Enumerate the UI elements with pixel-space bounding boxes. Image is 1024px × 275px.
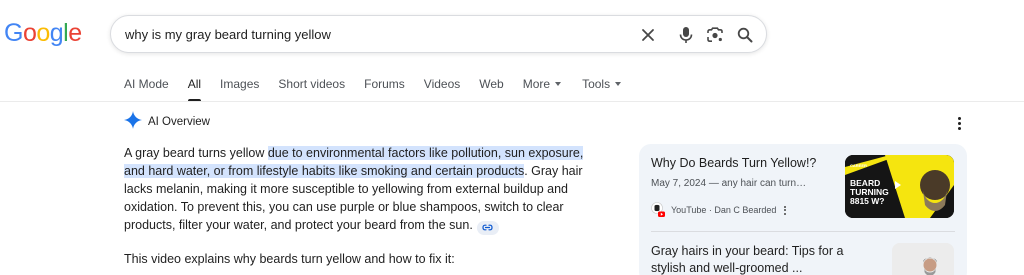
logo-letter: G bbox=[4, 18, 23, 47]
tab-more[interactable]: More bbox=[522, 72, 562, 102]
tab-label: Forums bbox=[364, 77, 405, 91]
chevron-down-icon bbox=[555, 82, 562, 86]
more-options-icon[interactable] bbox=[784, 205, 787, 215]
search-input[interactable] bbox=[125, 16, 625, 54]
thumbnail-text-line: 8815 W? bbox=[850, 196, 885, 206]
ai-overview-text: A gray beard turns yellow due to environ… bbox=[124, 144, 604, 235]
tab-images[interactable]: Images bbox=[220, 72, 259, 102]
tab-label: All bbox=[187, 77, 202, 91]
source-card-title[interactable]: Gray hairs in your beard: Tips for a sty… bbox=[651, 243, 881, 275]
tab-label: Videos bbox=[423, 77, 461, 91]
sources-panel: Why Do Beards Turn Yellow!? May 7, 2024 … bbox=[639, 144, 967, 275]
source-card-title[interactable]: Why Do Beards Turn Yellow!? bbox=[651, 156, 816, 170]
tab-forums[interactable]: Forums bbox=[364, 72, 405, 102]
tab-label: More bbox=[522, 77, 551, 91]
source-card-snippet: May 7, 2024 — any hair can turn… bbox=[651, 178, 807, 189]
logo-letter: e bbox=[68, 18, 82, 47]
google-logo[interactable]: Google bbox=[4, 19, 82, 47]
ai-overview-header: AI Overview bbox=[124, 110, 210, 134]
tab-short-videos[interactable]: Short videos bbox=[278, 72, 345, 102]
tab-label: Short videos bbox=[278, 77, 346, 91]
search-tabs: AI Mode All Images Short videos Forums V… bbox=[124, 72, 640, 102]
card-divider bbox=[651, 231, 955, 232]
overview-text-start: A gray beard turns yellow bbox=[124, 146, 268, 160]
tab-label: Web bbox=[479, 77, 504, 91]
thumbnail-caption: CAREER bbox=[850, 163, 867, 168]
sparkle-icon bbox=[124, 110, 142, 134]
search-icon[interactable] bbox=[735, 25, 755, 45]
lens-icon[interactable] bbox=[705, 25, 725, 45]
video-thumbnail[interactable]: CAREER BEARD TURNING 8815 W? bbox=[845, 155, 954, 218]
more-options-icon[interactable] bbox=[952, 114, 966, 132]
tab-all[interactable]: All bbox=[187, 72, 202, 102]
logo-letter: g bbox=[49, 18, 64, 47]
search-box[interactable] bbox=[110, 15, 767, 54]
chevron-down-icon bbox=[615, 82, 622, 86]
source-attribution: YouTube · Dan C Bearded bbox=[651, 202, 787, 218]
tab-tools[interactable]: Tools bbox=[582, 72, 622, 102]
header-divider bbox=[0, 101, 1024, 102]
ai-overview-title: AI Overview bbox=[148, 116, 210, 128]
link-icon[interactable] bbox=[476, 220, 499, 235]
tab-label: AI Mode bbox=[124, 77, 169, 91]
tab-label: Images bbox=[220, 77, 260, 91]
video-intro-text: This video explains why beards turn yell… bbox=[124, 252, 455, 266]
clear-icon[interactable] bbox=[638, 25, 658, 45]
microphone-icon[interactable] bbox=[676, 25, 696, 45]
thumbnail-text: BEARD TURNING 8815 W? bbox=[850, 179, 889, 206]
source-name: YouTube · Dan C Bearded bbox=[671, 205, 777, 215]
tab-ai-mode[interactable]: AI Mode bbox=[124, 72, 169, 102]
article-thumbnail[interactable] bbox=[892, 243, 954, 275]
logo-letter: o bbox=[22, 18, 37, 47]
logo-letter: o bbox=[36, 18, 50, 47]
tab-videos[interactable]: Videos bbox=[424, 72, 460, 102]
tab-web[interactable]: Web bbox=[479, 72, 503, 102]
tab-label: Tools bbox=[582, 77, 611, 91]
channel-avatar-icon bbox=[651, 202, 665, 218]
